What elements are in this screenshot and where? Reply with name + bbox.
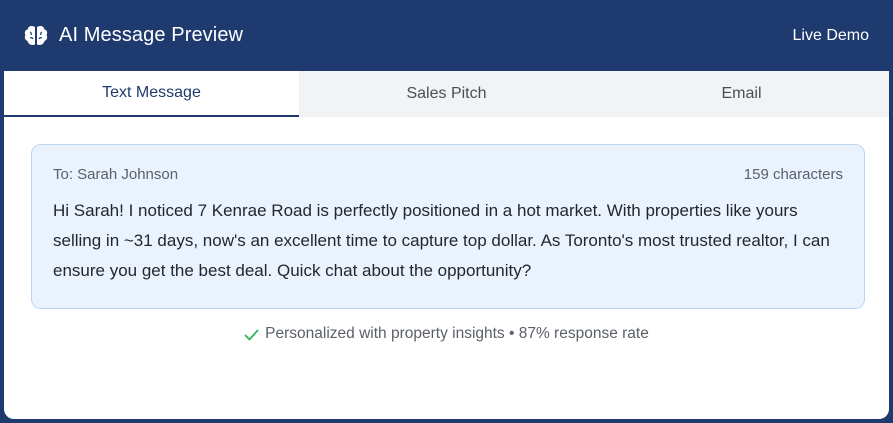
recipient-label: To: Sarah Johnson bbox=[53, 166, 179, 183]
message-card: To: Sarah Johnson 159 characters Hi Sara… bbox=[31, 144, 865, 309]
footnote-text: Personalized with property insights • 87… bbox=[265, 325, 649, 342]
header-bar: AI Message Preview Live Demo bbox=[4, 0, 889, 71]
live-demo-badge: Live Demo bbox=[792, 26, 869, 44]
brain-icon bbox=[24, 25, 48, 47]
checkmark-icon bbox=[244, 328, 259, 341]
character-count: 159 characters bbox=[743, 166, 843, 183]
app-title: AI Message Preview bbox=[59, 24, 244, 46]
preview-panel: Text Message Sales Pitch Email To: Sarah… bbox=[4, 71, 889, 419]
footnote: Personalized with property insights • 87… bbox=[31, 325, 862, 343]
tab-email[interactable]: Email bbox=[594, 71, 889, 117]
tab-sales-pitch[interactable]: Sales Pitch bbox=[299, 71, 594, 117]
tab-text-message[interactable]: Text Message bbox=[4, 71, 299, 117]
preview-window: AI Message Preview Live Demo Text Messag… bbox=[0, 0, 893, 423]
tab-content: To: Sarah Johnson 159 characters Hi Sara… bbox=[4, 117, 889, 343]
message-meta: To: Sarah Johnson 159 characters bbox=[53, 166, 843, 183]
message-body: Hi Sarah! I noticed 7 Kenrae Road is per… bbox=[53, 201, 830, 280]
header-title-group: AI Message Preview bbox=[24, 24, 243, 47]
tab-bar: Text Message Sales Pitch Email bbox=[4, 71, 889, 117]
